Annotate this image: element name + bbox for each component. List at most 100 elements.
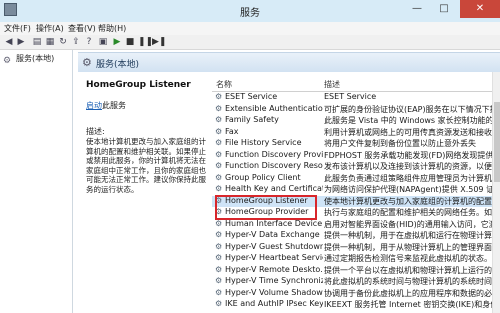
title-bar: 服务 — □ ✕ — [0, 0, 500, 22]
service-gear-icon: ⚙ — [215, 126, 223, 136]
service-description: 启用对智能界面设备(HID)的通用输入访问，它激活 — [324, 219, 492, 229]
gear-icon: ⚙ — [3, 56, 12, 66]
service-name: IKE and AuthIP IPsec Key... — [225, 299, 323, 308]
scrollbar-thumb[interactable] — [494, 102, 500, 182]
highlight-box — [215, 195, 317, 220]
close-button[interactable]: ✕ — [460, 0, 500, 18]
service-row[interactable]: ⚙ Hyper-V Data Exchange ... 提供一种机制，用于在虚拟机和… — [212, 230, 492, 241]
service-detail-pane: HomeGroup Listener 启动此服务 描述: 使本地计算机更改与加入… — [78, 72, 212, 313]
column-header-row: 名称 描述 — [212, 78, 492, 92]
service-description: 使本地计算机更改与加入家庭组的计算机的配置和维护 — [324, 196, 492, 206]
export-icon[interactable]: ⇪ — [71, 37, 81, 47]
service-description: IKEEXT 服务托管 Internet 密钥交换(IKE)和身份 — [324, 300, 492, 309]
service-gear-icon: ⚙ — [215, 115, 223, 124]
service-row[interactable]: ⚙ Hyper-V Time Synchroniz... 将此虚拟机的系统时间与物理… — [212, 276, 492, 287]
service-row[interactable]: ⚙ ESET Service ESET Service — [212, 92, 492, 103]
menu-action[interactable]: 操作(A) — [36, 23, 64, 34]
service-row[interactable]: ⚙ Fax 利用计算机或网络上的可用传真资源发送和接收传真 — [212, 127, 492, 138]
service-name: Hyper-V Data Exchange ... — [225, 230, 323, 239]
service-gear-icon: ⚙ — [215, 92, 223, 101]
service-gear-icon: ⚙ — [215, 103, 223, 113]
service-row[interactable]: ⚙ Hyper-V Volume Shadow... 协调用于备份此虚拟机上的应用程… — [212, 288, 492, 299]
forward-icon[interactable]: ▶ — [16, 37, 26, 47]
service-row[interactable]: ⚙ Human Interface Device ... 启用对智能界面设备(HID… — [212, 219, 492, 230]
service-row[interactable]: ⚙ Family Safety 此服务是 Vista 中的 Windows 家长控制… — [212, 115, 492, 126]
service-gear-icon: ⚙ — [215, 264, 223, 274]
service-row[interactable]: ⚙ File History Service 将用户文件复制到备份位置以防止意外丢失 — [212, 138, 492, 149]
service-description: 通过定期报告检测信号来监视此虚拟机的状态。此服务 — [324, 254, 492, 263]
selected-service-name: HomeGroup Listener — [86, 80, 191, 90]
service-row[interactable]: ⚙ Function Discovery Provi... FDPHOST 服务承载… — [212, 150, 492, 161]
restart-service-icon[interactable]: ▶❚ — [152, 37, 166, 47]
service-gear-icon: ⚙ — [215, 230, 223, 239]
tree-node-services-local[interactable]: ⚙ 服务(本地) — [3, 53, 54, 66]
service-description: FDPHOST 服务承载功能发现(FD)网络发现提供程序 — [324, 150, 492, 160]
service-row[interactable]: ⚙Extensible Authentication...可扩展的身份验证协议(… — [212, 104, 492, 115]
minimize-button[interactable]: — — [404, 0, 430, 18]
service-description: ESET Service — [324, 92, 377, 101]
description-text: 使本地计算机更改与加入家庭组的计算机的配置和维护相关联。如果停止或禁用此服务，你… — [86, 137, 206, 194]
service-gear-icon: ⚙ — [215, 161, 223, 170]
service-gear-icon: ⚙ — [215, 276, 223, 285]
start-line: 启动此服务 — [86, 100, 126, 111]
service-description: 将此虚拟机的系统时间与物理计算机的系统时间同步 — [324, 277, 492, 286]
service-row[interactable]: ⚙ Function Discovery Reso... 发布该计算机以及连接到该计… — [212, 161, 492, 172]
service-row[interactable]: ⚙ Hyper-V Remote Deskto... 提供一个平台以在虚拟机和物理计… — [212, 265, 492, 276]
service-name: Hyper-V Time Synchroniz... — [225, 276, 323, 285]
menu-help[interactable]: 帮助(H) — [98, 23, 126, 34]
service-row[interactable]: ⚙ Hyper-V Heartbeat Service 通过定期报告检测信号来监视此… — [212, 253, 492, 264]
service-gear-icon: ⚙ — [215, 287, 223, 297]
back-icon[interactable]: ◀ — [4, 37, 14, 47]
service-description: 可扩展的身份验证协议(EAP)服务在以下情况下提供 — [324, 104, 492, 114]
column-header-name[interactable]: 名称 — [216, 79, 232, 90]
service-gear-icon: ⚙ — [215, 299, 223, 308]
service-description: 此服务是 Vista 中的 Windows 家长控制功能的存根 — [324, 116, 492, 125]
service-row[interactable]: ⚙ IKE and AuthIP IPsec Key... IKEEXT 服务托管 … — [212, 299, 492, 310]
show-hide-tree-icon[interactable]: ▤ — [32, 37, 42, 47]
service-description: 将用户文件复制到备份位置以防止意外丢失 — [324, 139, 476, 148]
service-name: Hyper-V Heartbeat Service — [225, 253, 323, 262]
service-name: Hyper-V Volume Shadow... — [225, 287, 323, 297]
column-header-description[interactable]: 描述 — [324, 79, 340, 90]
service-gear-icon: ⚙ — [215, 172, 223, 182]
service-name: ESET Service — [225, 92, 278, 101]
pause-service-icon[interactable]: ❚❚ — [138, 37, 153, 47]
stop-service-icon[interactable]: ■ — [125, 37, 135, 47]
start-suffix: 此服务 — [102, 101, 126, 110]
service-name: Group Policy Client — [225, 172, 301, 182]
services-header: ⚙ 服务(本地) — [78, 52, 500, 72]
maximize-button[interactable]: □ — [431, 0, 457, 18]
service-row[interactable]: ⚙ Health Key and Certificat... 为网络访问保护代理(N… — [212, 184, 492, 195]
gear-icon: ⚙ — [82, 56, 92, 69]
service-description: 此服务负责通过组策略组件应用管理员为计算机和用户 — [324, 173, 492, 183]
service-description: 协调用于备份此虚拟机上的应用程序和数据的必要操作 — [324, 288, 492, 298]
menu-file[interactable]: 文件(F) — [4, 23, 31, 34]
menu-view[interactable]: 查看(V) — [68, 23, 96, 34]
service-name: Fax — [225, 126, 239, 136]
list-view-icon[interactable]: ▦ — [45, 37, 55, 47]
properties-icon[interactable]: ▣ — [98, 37, 108, 47]
service-gear-icon: ⚙ — [215, 149, 223, 159]
service-name: Health Key and Certificat... — [225, 184, 323, 193]
services-list: 名称 描述 ⚙ ESET Service ESET Service ⚙ Extensib… — [212, 72, 492, 313]
service-name: Family Safety — [225, 115, 279, 124]
vertical-scrollbar[interactable] — [492, 72, 500, 313]
service-description: 提供一个平台以在虚拟机和物理计算机上运行的操作系 — [324, 265, 492, 275]
header-title: 服务(本地) — [96, 60, 140, 70]
service-name: Function Discovery Provi... — [225, 149, 323, 159]
service-gear-icon: ⚙ — [215, 253, 223, 262]
service-name: Extensible Authentication... — [225, 103, 323, 113]
start-service-icon[interactable]: ▶ — [112, 37, 122, 47]
service-row[interactable]: ⚙ Hyper-V Guest Shutdown... 提供一种机制，用于从物理计算… — [212, 242, 492, 253]
refresh-icon[interactable]: ↻ — [58, 37, 68, 47]
service-row[interactable]: ⚙ Group Policy Client 此服务负责通过组策略组件应用管理员为计算… — [212, 173, 492, 184]
start-service-link[interactable]: 启动 — [86, 101, 102, 110]
service-description: 发布该计算机以及连接到该计算机的资源，以便能够 — [324, 162, 492, 171]
help-icon[interactable]: ? — [84, 37, 94, 47]
service-description: 执行与家庭组的配置和维护相关的网络任务。如果 — [324, 208, 492, 217]
service-description: 为网络访问保护代理(NAPAgent)提供 X.509 证书 — [324, 185, 492, 194]
toolbar: ◀ ▶ ▤ ▦ ↻ ⇪ ? ▣ ▶ ■ ❚❚ ▶❚ — [0, 35, 500, 50]
console-tree: ⚙ 服务(本地) — [0, 50, 73, 313]
service-description: 利用计算机或网络上的可用传真资源发送和接收传真 — [324, 127, 492, 137]
service-description: 提供一种机制，用于从物理计算机上的管理界面关闭 — [324, 242, 492, 252]
